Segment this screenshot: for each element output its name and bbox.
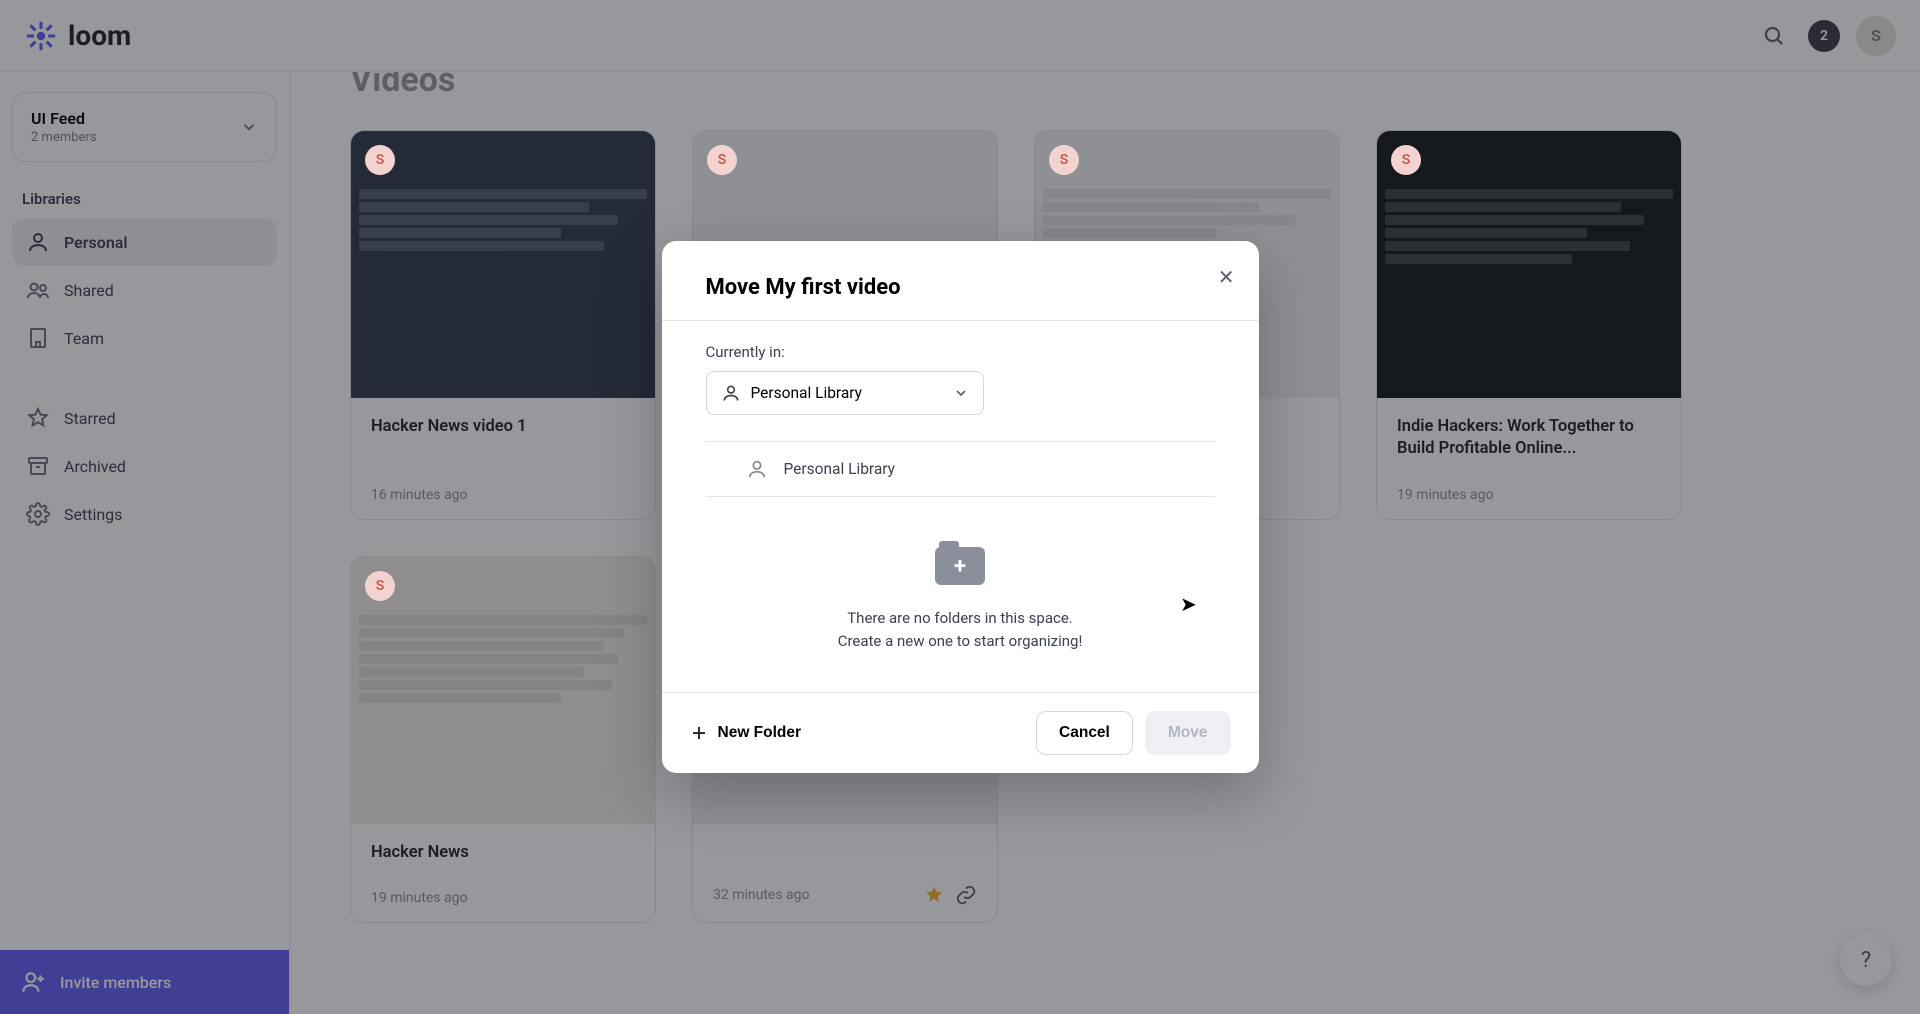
folder-add-icon: +	[935, 547, 985, 585]
move-label: Move	[1168, 724, 1208, 741]
person-icon	[746, 458, 768, 480]
owner-avatar: S	[365, 571, 395, 601]
folder-option-personal[interactable]: Personal Library	[706, 442, 1215, 497]
folder-option-label: Personal Library	[784, 460, 896, 478]
plus-icon	[690, 724, 708, 742]
owner-avatar: S	[1049, 145, 1079, 175]
owner-avatar: S	[1391, 145, 1421, 175]
cancel-button[interactable]: Cancel	[1036, 711, 1133, 755]
location-select[interactable]: Personal Library	[706, 371, 984, 415]
currently-in-label: Currently in:	[706, 343, 1215, 361]
close-button[interactable]: ✕	[1214, 261, 1239, 294]
close-icon: ✕	[1218, 267, 1235, 289]
empty-line-2: Create a new one to start organizing!	[706, 630, 1215, 653]
person-icon	[721, 383, 741, 403]
location-value: Personal Library	[751, 384, 863, 402]
new-folder-button[interactable]: New Folder	[690, 724, 802, 742]
owner-avatar: S	[707, 145, 737, 175]
cancel-label: Cancel	[1059, 724, 1110, 741]
new-folder-label: New Folder	[718, 724, 802, 742]
chevron-down-icon	[953, 385, 969, 401]
modal-overlay[interactable]: Move My first video ✕ Currently in: Pers…	[0, 0, 1920, 1014]
move-button[interactable]: Move	[1145, 711, 1231, 755]
move-video-modal: Move My first video ✕ Currently in: Pers…	[662, 241, 1259, 773]
empty-state: + There are no folders in this space. Cr…	[706, 497, 1215, 662]
empty-line-1: There are no folders in this space.	[706, 607, 1215, 630]
owner-avatar: S	[365, 145, 395, 175]
modal-title: Move My first video	[706, 275, 1215, 300]
